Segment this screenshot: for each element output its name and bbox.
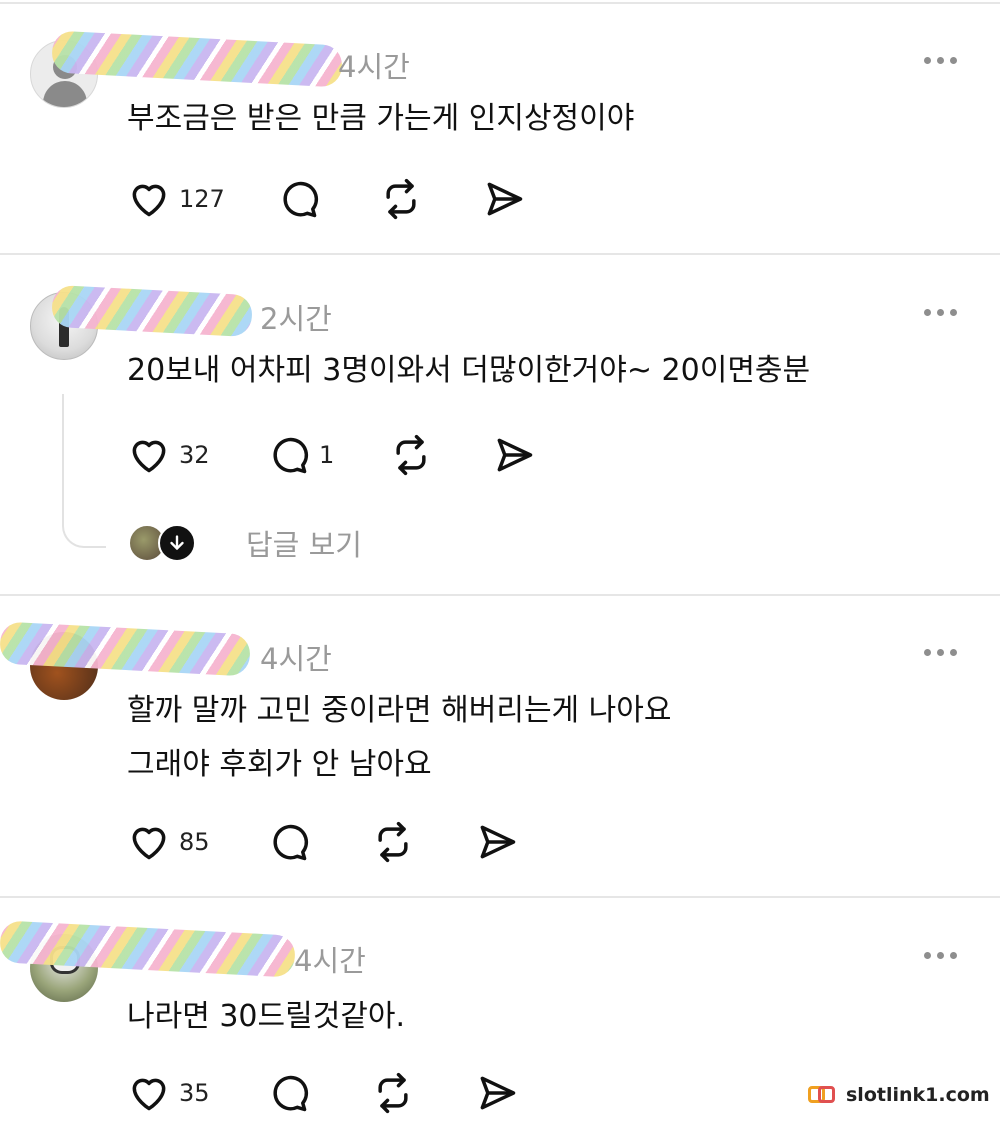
- repost-icon: [396, 434, 426, 476]
- timestamp: 4시간: [338, 50, 410, 84]
- comment-button[interactable]: [267, 1071, 311, 1115]
- like-button[interactable]: 32: [127, 433, 210, 477]
- post-divider: [0, 896, 1000, 898]
- comment-text: 부조금은 받은 만큼 가는게 인지상정이야: [127, 101, 635, 136]
- heart-icon: [132, 1078, 166, 1111]
- more-icon[interactable]: [924, 649, 957, 656]
- comment-text: 할까 말까 고민 중이라면 해버리는게 나아요 그래야 후회가 안 남아요: [127, 693, 672, 782]
- watermark: slotlink1.com: [808, 1084, 990, 1106]
- watermark-logo-icon: [808, 1084, 836, 1106]
- share-icon: [487, 182, 523, 216]
- arrow-down-icon: [158, 524, 196, 562]
- like-count: 127: [179, 185, 225, 213]
- like-count: 85: [179, 828, 210, 856]
- comment-button[interactable]: [267, 820, 311, 864]
- post-divider: [0, 253, 1000, 255]
- post-divider: [0, 594, 1000, 596]
- more-icon[interactable]: [924, 309, 957, 316]
- comment-button[interactable]: [277, 177, 321, 221]
- repost-button[interactable]: [389, 433, 433, 477]
- reply-label: 답글 보기: [246, 528, 362, 562]
- comment-icon: [283, 181, 319, 218]
- repost-button[interactable]: [379, 177, 423, 221]
- heart-icon: [132, 827, 166, 860]
- repost-icon: [386, 178, 416, 220]
- comment-icon: [273, 1075, 309, 1112]
- more-icon[interactable]: [924, 57, 957, 64]
- heart-icon: [132, 440, 166, 473]
- share-button[interactable]: [475, 820, 519, 864]
- repost-button[interactable]: [371, 1071, 415, 1115]
- view-replies-link[interactable]: 답글 보기: [128, 522, 362, 564]
- timestamp: 4시간: [260, 642, 332, 676]
- like-count: 35: [179, 1079, 210, 1107]
- top-divider: [0, 2, 1000, 4]
- comment-count: 1: [319, 441, 335, 469]
- share-icon: [480, 825, 516, 859]
- like-button[interactable]: 85: [127, 820, 210, 864]
- share-icon: [497, 438, 533, 472]
- like-button[interactable]: 127: [127, 177, 225, 221]
- share-button[interactable]: [482, 177, 526, 221]
- repost-button[interactable]: [371, 820, 415, 864]
- share-button[interactable]: [492, 433, 536, 477]
- comment-icon: [273, 824, 309, 861]
- share-button[interactable]: [475, 1071, 519, 1115]
- timestamp: 4시간: [294, 944, 366, 978]
- timestamp: 2시간: [260, 302, 332, 336]
- comment-icon: [273, 437, 309, 474]
- share-icon: [480, 1076, 516, 1110]
- more-icon[interactable]: [924, 952, 957, 959]
- comment-button[interactable]: 1: [267, 433, 334, 477]
- like-count: 32: [179, 441, 210, 469]
- comment-text: 나라면 30드릴것같아.: [127, 999, 406, 1034]
- thread-line: [62, 394, 106, 548]
- repost-icon: [378, 821, 408, 863]
- watermark-text: slotlink1.com: [846, 1084, 990, 1106]
- heart-icon: [132, 184, 166, 217]
- repost-icon: [378, 1072, 408, 1114]
- comment-text: 20보내 어차피 3명이와서 더많이한거야~ 20이면충분: [127, 353, 811, 388]
- like-button[interactable]: 35: [127, 1071, 210, 1115]
